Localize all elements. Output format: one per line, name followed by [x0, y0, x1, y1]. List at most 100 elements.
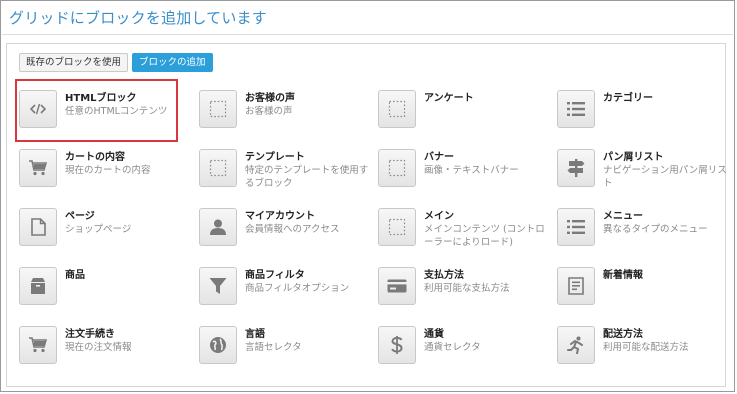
block-tile[interactable] — [378, 149, 416, 187]
block-item[interactable]: お客様の声 お客様の声 — [199, 89, 375, 139]
block-item[interactable]: 支払方法利用可能な支払方法 — [378, 266, 554, 316]
block-name: メニュー — [603, 211, 643, 222]
block-item[interactable]: バナー画像・テキストバナー — [378, 148, 554, 198]
box-icon — [29, 278, 47, 294]
list-icon — [567, 220, 585, 234]
title-divider — [2, 34, 733, 35]
block-item[interactable]: HTMLブロック任意のHTMLコンテンツ — [19, 89, 195, 139]
block-item[interactable]: 商品 — [19, 266, 195, 316]
block-tile[interactable] — [19, 90, 57, 128]
block-item[interactable]: 言語 言語セレクタ — [199, 325, 375, 375]
block-tile[interactable] — [199, 149, 237, 187]
filter-icon — [209, 277, 227, 295]
block-tile[interactable] — [378, 208, 416, 246]
block-name: カートの内容 — [65, 152, 125, 163]
cart-icon — [29, 337, 47, 353]
block-description: 利用可能な配送方法 — [603, 342, 689, 353]
page-title: グリッドにブロックを追加しています — [9, 9, 267, 27]
block-item[interactable]: パン屑リスト ナビゲーション用パン屑リスト — [557, 148, 733, 198]
block-description: お客様の声 — [245, 106, 293, 117]
block-item[interactable]: 注文手続き現在の注文情報 — [19, 325, 195, 375]
dotted-square-icon — [209, 100, 227, 118]
block-tile[interactable] — [557, 90, 595, 128]
block-description: 言語セレクタ — [245, 342, 302, 353]
block-name: 支払方法 — [424, 270, 464, 281]
tab-add-block[interactable]: ブロックの追加 — [132, 53, 213, 72]
block-item[interactable]: 通貨 通貨セレクタ — [378, 325, 554, 375]
block-name: ページ — [65, 211, 95, 222]
block-description: 会員情報へのアクセス — [245, 224, 340, 235]
block-description: 異なるタイプのメニュー — [603, 224, 708, 235]
runner-icon — [567, 336, 585, 354]
block-tile[interactable] — [199, 208, 237, 246]
block-tile[interactable] — [557, 208, 595, 246]
block-name: メイン — [424, 211, 454, 222]
card-icon — [387, 279, 407, 293]
block-tile[interactable] — [378, 90, 416, 128]
block-description: メインコンテンツ (コントローラーによりロード) — [424, 224, 545, 248]
dotted-square-icon — [209, 159, 227, 177]
block-item[interactable]: テンプレート特定のテンプレートを使用するブロック — [199, 148, 375, 198]
block-item[interactable]: カテゴリー — [557, 89, 733, 139]
block-tile[interactable] — [199, 267, 237, 305]
block-tile[interactable] — [19, 267, 57, 305]
block-tile[interactable] — [19, 208, 57, 246]
block-tile[interactable] — [557, 267, 595, 305]
block-name: 配送方法 — [603, 329, 643, 340]
code-icon — [30, 103, 46, 115]
block-tile[interactable] — [19, 326, 57, 364]
list-icon — [567, 102, 585, 116]
block-description: 通貨セレクタ — [424, 342, 481, 353]
block-tile[interactable] — [557, 326, 595, 364]
block-name: テンプレート — [245, 152, 305, 163]
block-description: 現在のカートの内容 — [65, 165, 151, 176]
block-name: 新着情報 — [603, 270, 643, 281]
block-name: カテゴリー — [603, 93, 653, 104]
block-name: 商品フィルタ — [245, 270, 305, 281]
dollar-icon — [391, 336, 403, 354]
block-description: 任意のHTMLコンテンツ — [65, 106, 168, 117]
block-item[interactable]: 商品フィルタ商品フィルタオプション — [199, 266, 375, 316]
block-description: 特定のテンプレートを使用するブロック — [245, 165, 369, 189]
block-item[interactable]: カートの内容現在のカートの内容 — [19, 148, 195, 198]
tab-use-existing[interactable]: 既存のブロックを使用 — [19, 53, 129, 72]
block-tile[interactable] — [199, 326, 237, 364]
block-tile[interactable] — [378, 267, 416, 305]
block-description: 商品フィルタオプション — [245, 283, 350, 294]
dotted-square-icon — [388, 218, 406, 236]
block-item[interactable]: メインメインコンテンツ (コントローラーによりロード) — [378, 207, 554, 257]
block-description: ショップページ — [65, 224, 132, 235]
block-name: パン屑リスト — [603, 152, 664, 163]
block-item[interactable]: マイアカウント会員情報へのアクセス — [199, 207, 375, 257]
block-name: 通貨 — [424, 329, 444, 340]
tab-bar: 既存のブロックを使用 ブロックの追加 — [19, 53, 213, 72]
news-icon — [568, 277, 584, 295]
block-description: 画像・テキストバナー — [424, 165, 519, 176]
cart-icon — [29, 160, 47, 176]
block-item[interactable]: 配送方法利用可能な配送方法 — [557, 325, 733, 375]
block-panel: 既存のブロックを使用 ブロックの追加 HTMLブロック 任意のHTMLコンテンツ お… — [6, 43, 727, 387]
block-name: 注文手続き — [65, 329, 115, 340]
block-tile[interactable] — [557, 149, 595, 187]
block-item[interactable]: メニュー異なるタイプのメニュー — [557, 207, 733, 257]
block-item[interactable]: ページショップページ — [19, 207, 195, 257]
block-name: 商品 — [65, 270, 85, 281]
dotted-square-icon — [388, 159, 406, 177]
block-name: HTMLブロック — [65, 93, 137, 104]
block-description: 現在の注文情報 — [65, 342, 132, 353]
block-description: 利用可能な支払方法 — [424, 283, 510, 294]
block-name: マイアカウント — [245, 211, 315, 222]
signpost-icon — [567, 159, 585, 177]
block-name: 言語 — [245, 329, 265, 340]
page-icon — [30, 218, 46, 236]
globe-icon — [209, 336, 227, 354]
block-tile[interactable] — [378, 326, 416, 364]
block-item[interactable]: アンケート — [378, 89, 554, 139]
block-name: バナー — [424, 152, 454, 163]
dialog-window: グリッドにブロックを追加しています 既存のブロックを使用 ブロックの追加 HTM… — [0, 0, 735, 392]
dotted-square-icon — [388, 100, 406, 118]
block-tile[interactable] — [19, 149, 57, 187]
block-tile[interactable] — [199, 90, 237, 128]
block-name: アンケート — [424, 93, 474, 104]
block-item[interactable]: 新着情報 — [557, 266, 733, 316]
